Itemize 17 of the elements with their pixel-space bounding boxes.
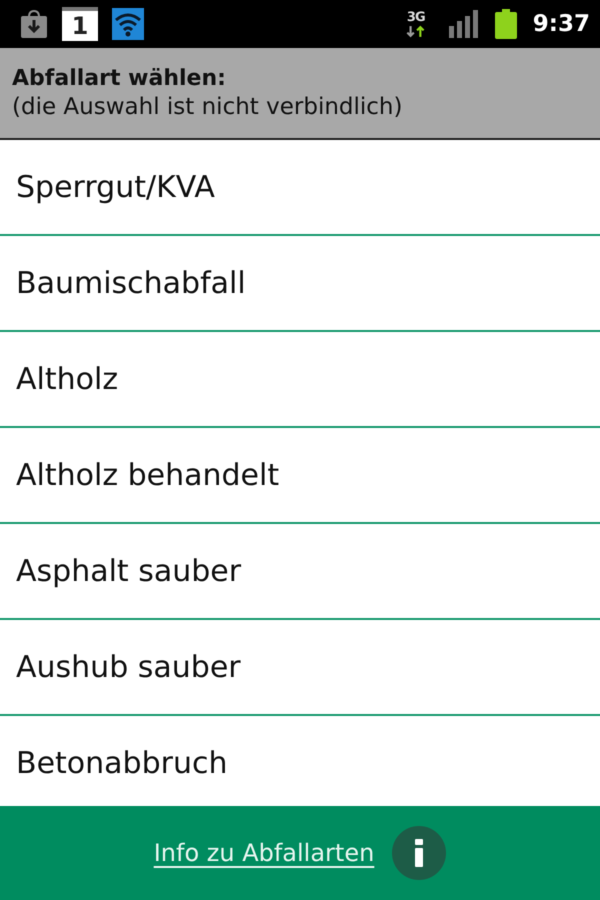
clock-time: 9:37 bbox=[532, 12, 590, 36]
list-item[interactable]: Baumischabfall bbox=[0, 236, 600, 332]
header-title: Abfallart wählen: bbox=[12, 65, 227, 93]
list-item[interactable]: Sperrgut/KVA bbox=[0, 140, 600, 236]
list-item[interactable]: Altholz behandelt bbox=[0, 428, 600, 524]
battery-icon bbox=[494, 9, 517, 39]
list-item[interactable]: Altholz bbox=[0, 332, 600, 428]
list-item[interactable]: Asphalt sauber bbox=[0, 524, 600, 620]
header-subtitle: (die Auswahl ist nicht verbindlich) bbox=[12, 93, 404, 121]
network-indicator: 3G bbox=[398, 7, 433, 41]
info-icon[interactable] bbox=[392, 826, 446, 880]
signal-icon bbox=[448, 10, 479, 38]
list-item[interactable]: Aushub sauber bbox=[0, 620, 600, 716]
download-bag-icon bbox=[20, 10, 48, 38]
wifi-icon bbox=[112, 8, 144, 40]
calendar-icon: 1 bbox=[62, 7, 98, 41]
info-link[interactable]: Info zu Abfallarten bbox=[154, 835, 374, 871]
